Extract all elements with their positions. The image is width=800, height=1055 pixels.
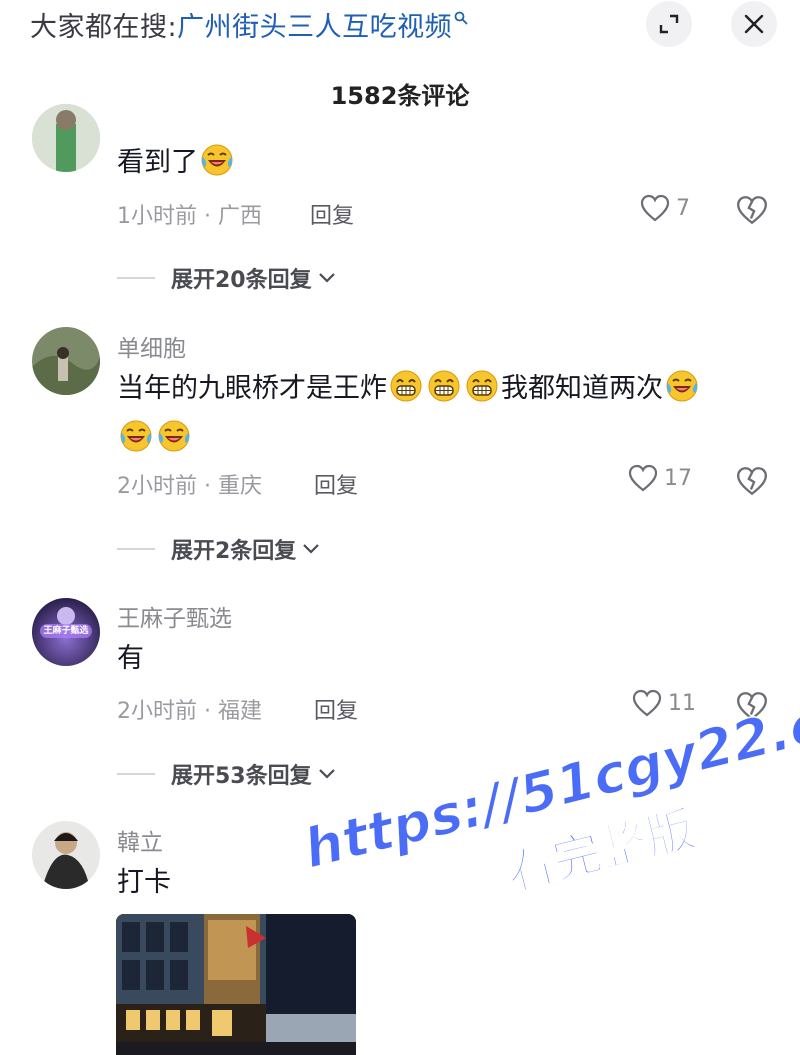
- laugh-cry-emoji: [665, 370, 699, 402]
- comment-text: 有: [117, 643, 144, 674]
- grin-emoji: [390, 370, 422, 402]
- username[interactable]: 单细胞: [117, 329, 186, 363]
- username[interactable]: 王麻子甄选: [117, 599, 232, 633]
- laugh-cry-emoji: [200, 144, 234, 176]
- reply-button[interactable]: 回复: [310, 198, 354, 230]
- chevron-down-icon: [318, 273, 335, 283]
- close-button[interactable]: [731, 1, 777, 47]
- comment-meta: 2小时前 · 重庆: [117, 474, 262, 499]
- laugh-cry-emoji: [157, 420, 191, 452]
- search-icon: [454, 10, 468, 29]
- avatar[interactable]: [32, 104, 100, 172]
- username[interactable]: 韓立: [117, 823, 163, 857]
- avatar[interactable]: [32, 821, 100, 889]
- comment-count-title: 1582条评论: [330, 82, 470, 110]
- comment-text: 看到了: [117, 138, 767, 188]
- expand-icon: [659, 14, 679, 34]
- expand-replies-button[interactable]: 展开20条回复: [117, 262, 336, 294]
- comment-meta: 1小时前 · 广西: [117, 204, 262, 229]
- avatar[interactable]: 王麻子甄选: [32, 598, 100, 666]
- heart-icon: [640, 194, 670, 222]
- chevron-down-icon: [303, 544, 320, 554]
- dislike-icon[interactable]: [735, 193, 769, 227]
- search-suggestion-link[interactable]: 广州街头三人互吃视频: [177, 5, 452, 44]
- watermark: https://51cgy22.com 看完整版: [297, 688, 800, 903]
- divider: [117, 548, 155, 550]
- comment-image[interactable]: [116, 914, 356, 1055]
- heart-icon: [628, 464, 658, 492]
- divider: [117, 277, 155, 279]
- divider: [117, 773, 155, 775]
- comment-meta: 2小时前 · 福建: [117, 699, 262, 724]
- expand-button[interactable]: [646, 1, 692, 47]
- expand-replies-button[interactable]: 展开2条回复: [117, 533, 320, 565]
- comment-text: 当年的九眼桥才是王炸 我都知道两次: [117, 364, 767, 464]
- search-suggestion-bar[interactable]: 大家都在搜: 广州街头三人互吃视频: [30, 4, 468, 44]
- avatar[interactable]: [32, 327, 100, 395]
- search-prefix-label: 大家都在搜:: [30, 11, 178, 43]
- like-button[interactable]: 17: [628, 464, 692, 492]
- avatar-text: 王麻子甄选: [43, 626, 89, 636]
- grin-emoji: [466, 370, 498, 402]
- laugh-cry-emoji: [119, 420, 153, 452]
- reply-button[interactable]: 回复: [314, 468, 358, 500]
- like-count: 17: [664, 465, 692, 491]
- close-icon: [744, 14, 764, 34]
- grin-emoji: [428, 370, 460, 402]
- like-count: 7: [676, 195, 690, 221]
- dislike-icon[interactable]: [735, 464, 769, 498]
- like-button[interactable]: 7: [640, 194, 690, 222]
